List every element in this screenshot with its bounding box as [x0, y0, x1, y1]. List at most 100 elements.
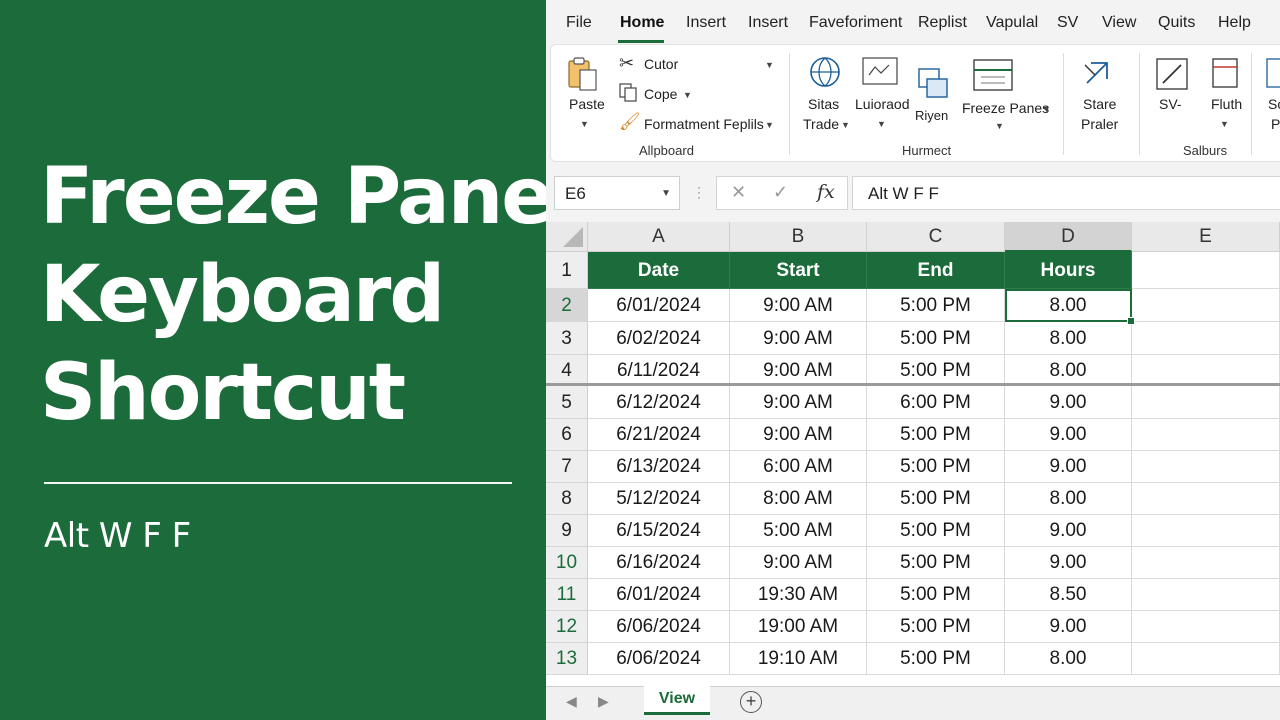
table-cell[interactable]: 5:00 PM [867, 451, 1005, 483]
column-header-d[interactable]: D [1005, 222, 1132, 252]
table-cell[interactable] [1132, 419, 1280, 451]
table-cell[interactable]: 6/06/2024 [588, 643, 730, 675]
table-cell[interactable]: 5:00 PM [867, 483, 1005, 515]
table-cell[interactable]: 9:00 AM [730, 289, 867, 322]
menu-home[interactable]: Home [620, 14, 664, 32]
table-cell[interactable] [1132, 483, 1280, 515]
table-cell[interactable]: 9:00 AM [730, 322, 867, 355]
table-cell[interactable]: 9:00 AM [730, 547, 867, 579]
table-cell[interactable]: 19:00 AM [730, 611, 867, 643]
chevron-down-icon[interactable]: ▼ [661, 188, 671, 199]
table-cell[interactable]: 8.00 [1005, 355, 1132, 386]
menu-insert[interactable]: Insert [686, 14, 726, 32]
table-cell[interactable]: 5:00 PM [867, 579, 1005, 611]
table-cell[interactable]: 9.00 [1005, 451, 1132, 483]
table-cell[interactable]: 19:30 AM [730, 579, 867, 611]
column-header-b[interactable]: B [730, 222, 867, 252]
add-sheet-icon[interactable]: + [740, 691, 762, 713]
table-cell[interactable] [1132, 643, 1280, 675]
menu-faveforiment[interactable]: Faveforiment [809, 14, 902, 32]
table-cell[interactable]: 6:00 AM [730, 451, 867, 483]
table-cell[interactable] [1132, 579, 1280, 611]
table-cell[interactable] [1132, 547, 1280, 579]
cancel-icon[interactable]: ✕ [731, 182, 746, 203]
table-header-cell[interactable]: Hours [1005, 252, 1132, 289]
table-cell[interactable]: 9.00 [1005, 611, 1132, 643]
row-header[interactable]: 10 [546, 547, 588, 579]
table-cell[interactable]: 5:00 AM [730, 515, 867, 547]
table-cell[interactable]: 6:00 PM [867, 386, 1005, 419]
table-cell[interactable]: 19:10 AM [730, 643, 867, 675]
table-cell[interactable]: 5:00 PM [867, 611, 1005, 643]
table-cell[interactable]: 8.00 [1005, 289, 1135, 325]
enter-icon[interactable]: ✓ [773, 182, 788, 203]
sheet-tab-view[interactable]: View [644, 686, 710, 715]
table-cell[interactable] [1132, 386, 1280, 419]
drag-handle-icon[interactable]: ⋮ [692, 184, 706, 201]
formula-input[interactable]: Alt W F F [852, 176, 1280, 210]
table-cell[interactable] [1132, 252, 1280, 289]
table-cell[interactable]: 8.00 [1005, 322, 1132, 355]
row-header[interactable]: 3 [546, 322, 588, 355]
menu-quits[interactable]: Quits [1158, 14, 1195, 32]
row-header[interactable]: 2 [546, 289, 588, 322]
table-cell[interactable]: 6/15/2024 [588, 515, 730, 547]
table-cell[interactable]: 6/16/2024 [588, 547, 730, 579]
name-box[interactable]: E6 ▼ [554, 176, 680, 210]
row-header[interactable]: 9 [546, 515, 588, 547]
table-cell[interactable]: 9.00 [1005, 386, 1132, 419]
table-cell[interactable] [1132, 451, 1280, 483]
table-cell[interactable]: 6/06/2024 [588, 611, 730, 643]
table-cell[interactable] [1132, 289, 1280, 322]
menu-view[interactable]: View [1102, 14, 1136, 32]
column-header-a[interactable]: A [588, 222, 730, 252]
menu-sv[interactable]: SV [1057, 14, 1078, 32]
table-cell[interactable] [1132, 355, 1280, 386]
table-cell[interactable] [1132, 611, 1280, 643]
row-header[interactable]: 6 [546, 419, 588, 451]
table-cell[interactable]: 6/21/2024 [588, 419, 730, 451]
column-header-e[interactable]: E [1132, 222, 1280, 252]
row-header[interactable]: 7 [546, 451, 588, 483]
table-header-cell[interactable]: Start [730, 252, 867, 289]
table-cell[interactable]: 8.00 [1005, 643, 1132, 675]
menu-insert-2[interactable]: Insert [748, 14, 788, 32]
row-header[interactable]: 11 [546, 579, 588, 611]
table-cell[interactable]: 8.00 [1005, 483, 1132, 515]
row-header[interactable]: 5 [546, 386, 588, 419]
table-cell[interactable]: 9:00 AM [730, 355, 867, 386]
table-cell[interactable]: 5:00 PM [867, 355, 1005, 386]
table-cell[interactable]: 9:00 AM [730, 419, 867, 451]
table-cell[interactable] [1132, 515, 1280, 547]
scroll-right-icon[interactable]: ▶ [598, 693, 609, 710]
table-cell[interactable]: 9.00 [1005, 515, 1132, 547]
row-header[interactable]: 13 [546, 643, 588, 675]
menu-replist[interactable]: Replist [918, 14, 967, 32]
column-header-c[interactable]: C [867, 222, 1005, 252]
table-cell[interactable]: 6/13/2024 [588, 451, 730, 483]
table-cell[interactable]: 5/12/2024 [588, 483, 730, 515]
menu-help[interactable]: Help [1218, 14, 1251, 32]
scroll-left-icon[interactable]: ◀ [566, 693, 577, 710]
table-cell[interactable]: 8.50 [1005, 579, 1132, 611]
select-all-button[interactable] [546, 222, 588, 252]
menu-file[interactable]: File [566, 14, 592, 32]
insert-function-icon[interactable]: fx [817, 181, 835, 203]
menu-vapulal[interactable]: Vapulal [986, 14, 1038, 32]
table-header-cell[interactable]: End [867, 252, 1005, 289]
row-header[interactable]: 4 [546, 355, 588, 386]
table-cell[interactable]: 6/12/2024 [588, 386, 730, 419]
table-cell[interactable]: 9:00 AM [730, 386, 867, 419]
table-cell[interactable]: 5:00 PM [867, 515, 1005, 547]
table-cell[interactable]: 5:00 PM [867, 419, 1005, 451]
table-cell[interactable]: 6/11/2024 [588, 355, 730, 386]
table-cell[interactable]: 6/01/2024 [588, 579, 730, 611]
table-cell[interactable]: 9.00 [1005, 419, 1132, 451]
table-cell[interactable] [1132, 322, 1280, 355]
table-header-cell[interactable]: Date [588, 252, 730, 289]
row-header[interactable]: 1 [546, 252, 588, 289]
table-cell[interactable]: 5:00 PM [867, 643, 1005, 675]
table-cell[interactable]: 5:00 PM [867, 289, 1005, 322]
table-cell[interactable]: 6/02/2024 [588, 322, 730, 355]
table-cell[interactable]: 6/01/2024 [588, 289, 730, 322]
